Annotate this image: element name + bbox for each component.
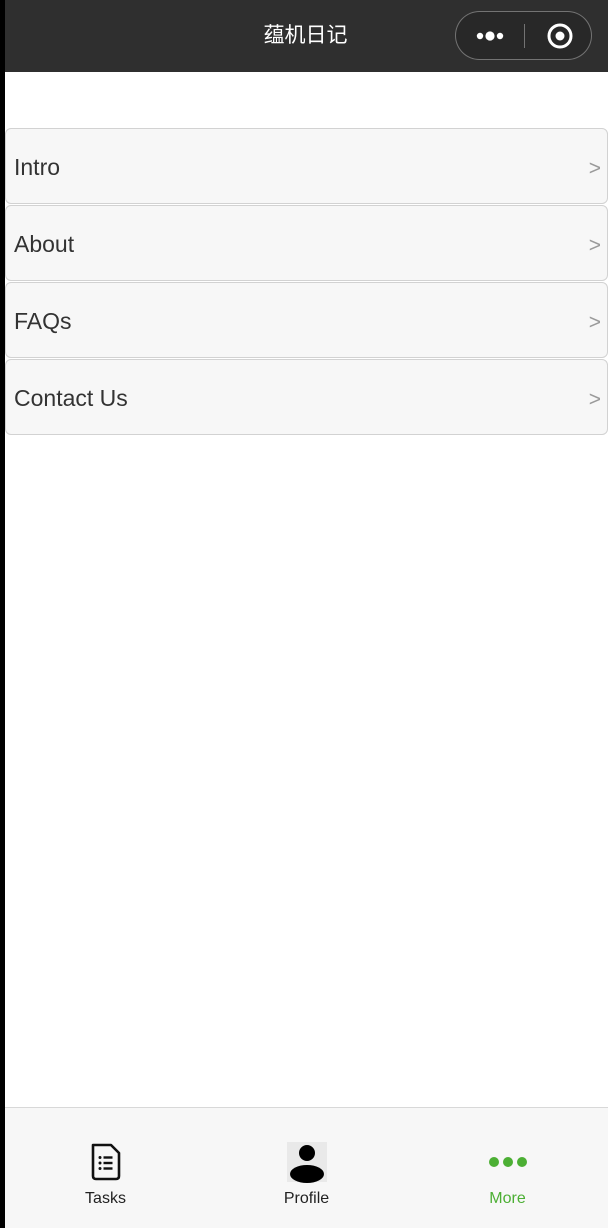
- menu-item-faqs[interactable]: FAQs >: [5, 282, 608, 358]
- tab-label: Profile: [283, 1190, 330, 1207]
- menu-item-about[interactable]: About >: [5, 205, 608, 281]
- menu-item-label: Intro: [14, 154, 61, 180]
- menu-item-intro[interactable]: Intro >: [5, 128, 608, 204]
- navigation-bar: 蕴机日记: [5, 0, 608, 72]
- menu-item-contact-us[interactable]: Contact Us >: [5, 359, 608, 435]
- document-list-icon: [91, 1143, 120, 1181]
- more-dots-icon: [488, 1157, 527, 1167]
- tab-profile[interactable]: Profile: [206, 1108, 407, 1228]
- close-miniprogram-button[interactable]: [525, 12, 591, 59]
- tab-more[interactable]: More: [407, 1108, 608, 1228]
- more-menu-button[interactable]: [456, 12, 524, 59]
- bottom-tab-bar: Tasks Profile More: [5, 1107, 608, 1228]
- chevron-right-icon: >: [588, 234, 601, 257]
- app-frame: 蕴机日记 Intro > About > FAQs > Contact Us >…: [5, 0, 608, 1228]
- mini-program-capsule: [455, 11, 592, 60]
- menu-item-label: Contact Us: [14, 385, 128, 411]
- tab-label: Tasks: [85, 1190, 126, 1207]
- menu-item-label: FAQs: [14, 308, 72, 334]
- chevron-right-icon: >: [588, 388, 601, 411]
- ellipsis-icon: [476, 31, 504, 41]
- tab-tasks[interactable]: Tasks: [5, 1108, 206, 1228]
- chevron-right-icon: >: [588, 157, 601, 180]
- person-icon: [286, 1142, 327, 1183]
- menu-list: Intro > About > FAQs > Contact Us >: [5, 128, 608, 436]
- tab-label: More: [489, 1190, 526, 1207]
- menu-item-label: About: [14, 231, 75, 257]
- chevron-right-icon: >: [588, 311, 601, 334]
- target-circle-icon: [547, 23, 573, 49]
